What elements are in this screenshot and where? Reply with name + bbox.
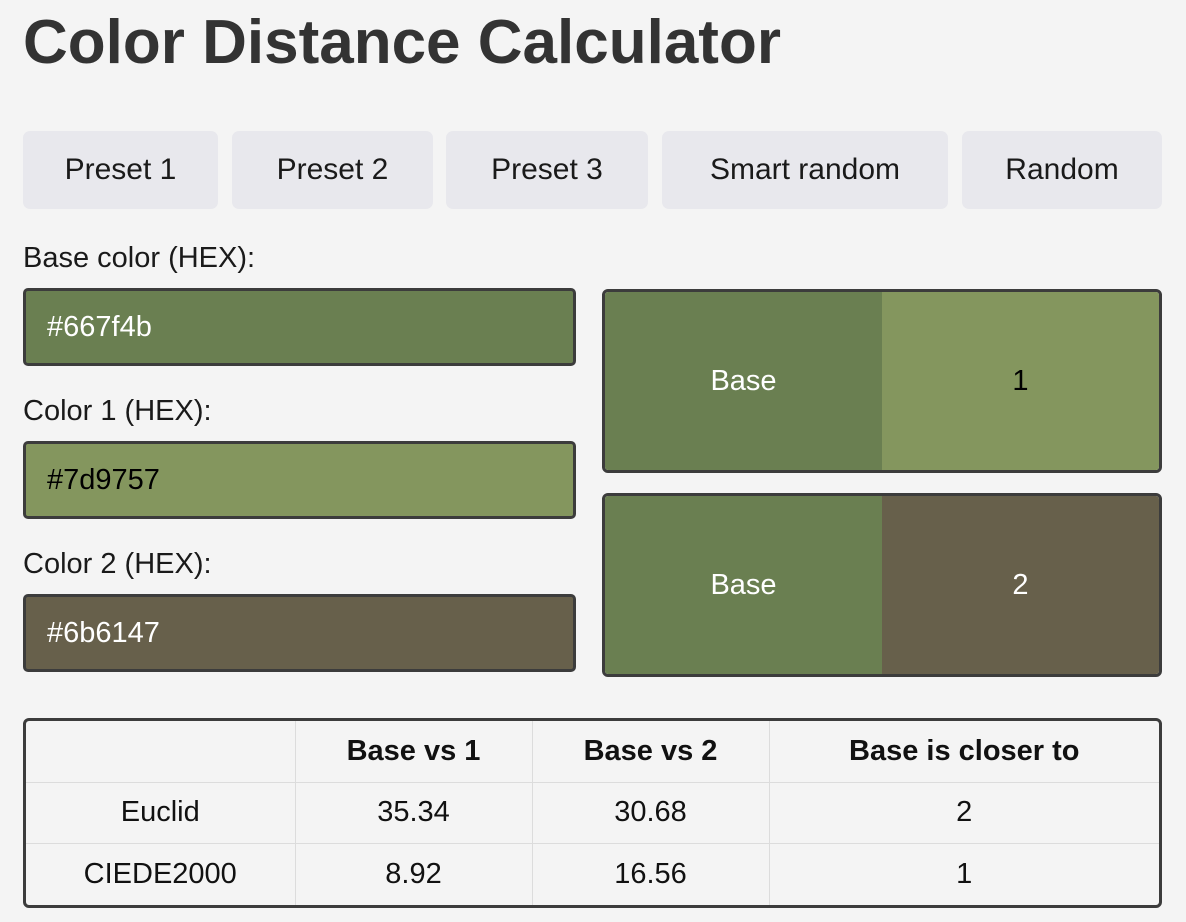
color-distance-page: Color Distance Calculator Preset 1 Prese… <box>0 0 1186 922</box>
color-1-input[interactable] <box>23 441 576 519</box>
row-value-closer: 2 <box>768 781 1159 845</box>
row-value-base-vs-1: 35.34 <box>294 781 533 845</box>
row-value-base-vs-2: 30.68 <box>531 781 770 845</box>
color-1-swatch-half: 1 <box>882 292 1159 470</box>
base-swatch-half: Base <box>605 292 882 470</box>
row-metric-name: Euclid <box>26 781 296 845</box>
table-header-row: Base vs 1 Base vs 2 Base is closer to <box>26 721 1159 783</box>
base-color-input[interactable] <box>23 288 576 366</box>
color-2-label: Color 2 (HEX): <box>23 548 212 580</box>
row-value-base-vs-2: 16.56 <box>531 843 770 905</box>
preset-1-button[interactable]: Preset 1 <box>23 131 218 209</box>
header-cell-closer: Base is closer to <box>768 721 1159 783</box>
header-cell-empty <box>26 721 296 783</box>
table-row: Euclid 35.34 30.68 2 <box>26 781 1159 845</box>
preset-2-button[interactable]: Preset 2 <box>232 131 433 209</box>
table-row: CIEDE2000 8.92 16.56 1 <box>26 843 1159 905</box>
header-cell-base-vs-2: Base vs 2 <box>531 721 770 783</box>
preset-3-button[interactable]: Preset 3 <box>446 131 648 209</box>
page-title: Color Distance Calculator <box>23 8 781 77</box>
row-value-closer: 1 <box>768 843 1159 905</box>
smart-random-button[interactable]: Smart random <box>662 131 948 209</box>
color-1-label: Color 1 (HEX): <box>23 395 212 427</box>
row-value-base-vs-1: 8.92 <box>294 843 533 905</box>
header-cell-base-vs-1: Base vs 1 <box>294 721 533 783</box>
base-vs-1-swatch: Base 1 <box>602 289 1162 473</box>
color-2-input[interactable] <box>23 594 576 672</box>
base-color-label: Base color (HEX): <box>23 242 256 274</box>
base-swatch-half: Base <box>605 496 882 674</box>
preset-toolbar: Preset 1 Preset 2 Preset 3 Smart random … <box>23 131 1162 209</box>
results-table: Base vs 1 Base vs 2 Base is closer to Eu… <box>26 721 1159 905</box>
random-button[interactable]: Random <box>962 131 1162 209</box>
row-metric-name: CIEDE2000 <box>26 843 296 905</box>
color-2-swatch-half: 2 <box>882 496 1159 674</box>
results-table-container: Base vs 1 Base vs 2 Base is closer to Eu… <box>23 718 1162 908</box>
base-vs-2-swatch: Base 2 <box>602 493 1162 677</box>
